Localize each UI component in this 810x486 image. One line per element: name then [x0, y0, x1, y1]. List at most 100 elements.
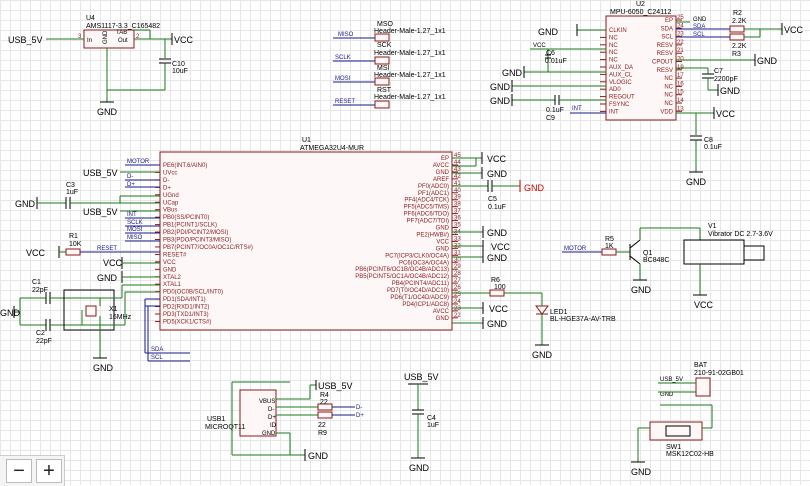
v1-body[interactable] [683, 239, 745, 265]
u4-pin-in: In [87, 38, 92, 44]
net-miso-u1: MISO [127, 235, 143, 241]
bat-body[interactable] [695, 377, 711, 397]
u1-right-pin-number: 24 [454, 299, 461, 305]
net-motor-q1: MOTOR [564, 246, 587, 252]
u1-left-pin-label: PB3(PDO/PCINT3/MISO) [163, 238, 231, 244]
x1-value: 16MHz [109, 314, 132, 321]
net-usb5v-usb1: USB_5V [318, 381, 353, 391]
led1-ref: LED1 [550, 309, 568, 316]
u4-regulator[interactable]: U4 AMS1117-3.3_C165482 In GND Out TAB 3 … [78, 15, 160, 49]
net-vcc-u4: VCC [174, 35, 194, 45]
u1-left-pin-label: RESET# [163, 252, 187, 258]
vcc-u1-ep: VCC [487, 154, 507, 164]
c1-ref: C1 [32, 279, 41, 286]
header-sclk-part: Header-Male-1.27_1x1 [374, 50, 446, 57]
u1-left-pin-label: VBus [163, 208, 177, 214]
r2-body [729, 25, 745, 33]
gnd-u2-c8: GND [686, 177, 707, 187]
sw1-ref: SW1 [666, 444, 681, 451]
vcc-r1: VCC [26, 248, 46, 258]
u1-right-pin-label: PB6(PCINT6/OC1B/OC4B/ADC13) [355, 267, 449, 273]
schematic-canvas[interactable]: U4 AMS1117-3.3_C165482 In GND Out TAB 3 … [0, 0, 810, 486]
gnd-u1-right-2: GND [487, 253, 508, 263]
u2-left-pin-label: VLOGIC [609, 80, 632, 86]
u2-right-pin-label: VDD [660, 109, 673, 115]
u1-right-pin-label: AREF [433, 177, 449, 183]
u1-left-pin-label: PD3(TXD1/INT3) [163, 312, 209, 318]
u1-right-pin-label: VCC [436, 239, 449, 245]
gnd-q1: GND [631, 285, 652, 295]
minus-icon: − [13, 460, 25, 482]
header-reset-ref: RST [377, 87, 392, 94]
header-sclk[interactable]: SCLK SCK Header-Male-1.27_1x1 [333, 42, 446, 65]
usb1-pin-gnd: GND [262, 431, 276, 437]
u4-part: AMS1117-3.3_C165482 [86, 23, 160, 30]
u2-left-pin-label: NC [609, 58, 618, 64]
u2-mpu6050[interactable]: U2 MPU-6050_C24112 CLKINNCNCNCNCAUX_DAAU… [600, 1, 684, 121]
u1-ref: U1 [302, 137, 311, 144]
v1-motor [743, 245, 765, 261]
c3-value: 1uF [66, 189, 78, 196]
u1-right-pin-number: 27 [454, 278, 461, 284]
u1-left-pin-label: PB1(PCINT1/SCLK) [163, 223, 217, 229]
gnd-u2-c7: GND [720, 86, 741, 96]
header-sclk-body [374, 56, 390, 65]
net-usb5v-u4: USB_5V [8, 35, 43, 45]
bat-ref: BAT [694, 362, 708, 369]
usb1-connector[interactable]: USB1 MICROQT11 VBUS D- D+ ID GND [205, 389, 277, 437]
header-sclk-net: SCLK [335, 55, 351, 61]
header-miso-ref: MSO [377, 21, 394, 28]
header-reset-body [374, 100, 390, 109]
usb1-pin-dminus: D- [268, 407, 274, 413]
u1-right-pin-number: 22 [454, 313, 461, 319]
c9-value: 0.1uF [546, 107, 564, 114]
gnd-u1-right: GND [487, 169, 508, 179]
u2-right-pin-label: RESV [657, 68, 673, 74]
u1-atmega32u4[interactable]: U1 ATMEGA32U4-MUR PE6(INT.6/AIN0)UVcc D-D… [155, 137, 461, 331]
usb1-pin-id: ID [270, 423, 277, 429]
u1-right-pin-number: 36 [454, 216, 461, 222]
u1-right-pin-label: EP [441, 156, 449, 162]
r9-value: 22 [318, 422, 326, 429]
r4-ref: R4 [320, 392, 329, 399]
u1-left-pin-label: PD2(RXD1/INT2) [163, 305, 209, 311]
u2-right-pin-label: RESV [657, 51, 673, 57]
vcc-v1: VCC [694, 300, 714, 310]
u2-left-pin-label: NC [609, 35, 618, 41]
gnd-u2-c6: GND [502, 68, 523, 78]
u2-right-pin-label: NC [664, 76, 673, 82]
header-miso[interactable]: MISO MSO Header-Male-1.27_1x1 [333, 21, 446, 42]
u2-right-pin-number: 24 [677, 23, 684, 29]
u1-right-pin-label: GND [436, 170, 450, 176]
sw1-body[interactable] [649, 421, 703, 441]
u1-right-pin-label: PF5(ADC5/TMS) [404, 205, 449, 211]
header-reset[interactable]: RESET RST Header-Male-1.27_1x1 [333, 87, 446, 109]
header-mosi-ref: MSI [377, 65, 390, 72]
header-mosi[interactable]: MOSI MSI Header-Male-1.27_1x1 [333, 65, 446, 86]
u4-pin-out: Out [118, 38, 128, 44]
c2-ref: C2 [36, 330, 45, 337]
u2-right-pin-label: CPOUT [652, 60, 673, 66]
zoom-in-button[interactable]: + [36, 459, 62, 483]
bat-part: 210-91-02GB01 [694, 370, 744, 377]
u2-left-pin-label: NC [609, 50, 618, 56]
u2-right-pin-number: 14 [677, 98, 684, 104]
u2-left-pin-label: AUX_DA [609, 65, 633, 71]
u1-right-pin-label: PF0(ADC0) [418, 184, 449, 190]
u2-right-pin-label: NC [664, 101, 673, 107]
r5-ref: R5 [605, 236, 614, 243]
u2-right-pin-number: 21 [677, 48, 684, 54]
zoom-out-button[interactable]: − [6, 459, 32, 483]
u1-left-pin-label: PB0(SS/PCINT0) [163, 215, 209, 221]
r4-value: 22 [320, 399, 328, 406]
u2-right-pin-number: 22 [677, 40, 684, 46]
u1-left-pin-label: UVcc [163, 170, 177, 176]
net-usb5v-u1-vbus: USB_5V [83, 207, 118, 217]
u1-right-pin-label: PF4(ADC4/TCK) [404, 198, 449, 204]
net-motor-u1: MOTOR [127, 159, 150, 165]
c6-value: 0.01uF [545, 58, 567, 65]
gnd-u4: GND [97, 107, 118, 117]
u2-right-pin-number: 16 [677, 81, 684, 87]
x1-ref: X1 [109, 306, 118, 313]
u1-right-pin-number: 39 [454, 195, 461, 201]
